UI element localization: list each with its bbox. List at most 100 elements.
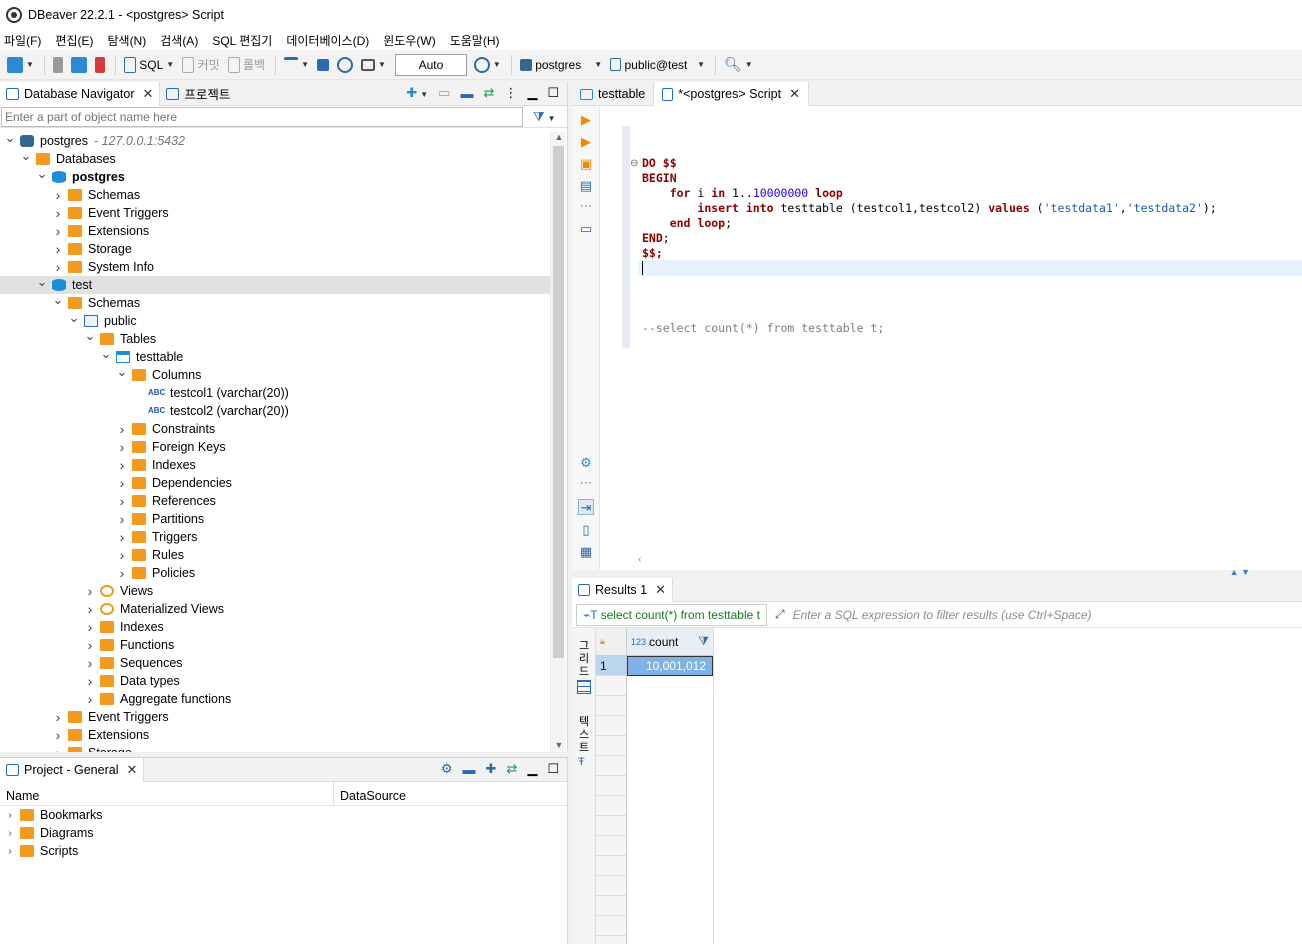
name-column-header[interactable]: Name xyxy=(0,782,334,805)
tree-node[interactable]: › Policies xyxy=(0,564,550,582)
chevron-right-icon[interactable]: › xyxy=(116,421,128,437)
chevron-right-icon[interactable]: › xyxy=(116,565,128,581)
filter-icon[interactable]: ⧩ ▼ xyxy=(533,109,556,125)
tree-node[interactable]: › Extensions xyxy=(0,726,550,744)
query-text-label[interactable]: ⌁T select count(*) from testtable t xyxy=(576,603,767,626)
tree-node[interactable]: › Storage xyxy=(0,744,550,752)
tab-database-navigator[interactable]: Database Navigator ✕ xyxy=(0,81,161,106)
tree-node[interactable]: ⌄ testtable xyxy=(0,346,550,366)
chevron-right-icon[interactable]: › xyxy=(84,583,96,599)
tree-node[interactable]: › Views xyxy=(0,582,550,600)
chevron-right-icon[interactable]: › xyxy=(116,529,128,545)
rollback-button[interactable]: 롤백 xyxy=(225,54,268,76)
tree-node[interactable]: › Foreign Keys xyxy=(0,438,550,456)
new-connection-button[interactable]: ▼ xyxy=(4,54,37,76)
chevron-right-icon[interactable]: › xyxy=(52,205,64,221)
tab-results-1[interactable]: Results 1 ✕ xyxy=(572,578,674,602)
tree-node[interactable]: ABC testcol2 (varchar(20)) xyxy=(0,402,550,420)
explain-plan-icon[interactable]: ▤ xyxy=(578,178,594,194)
minimize-icon[interactable]: ▁ xyxy=(527,85,537,101)
menu-edit[interactable]: 편집(E) xyxy=(55,32,93,49)
chevron-down-icon[interactable]: ⌄ xyxy=(100,346,112,362)
datasource-column-header[interactable]: DataSource xyxy=(334,782,412,805)
chevron-right-icon[interactable]: › xyxy=(52,187,64,203)
chevron-right-icon[interactable]: › xyxy=(84,673,96,689)
text-icon[interactable]: Ŧ xyxy=(578,756,585,768)
execute-statement-icon[interactable]: ▶ xyxy=(578,112,594,128)
chevron-right-icon[interactable]: › xyxy=(84,601,96,617)
chevron-right-icon[interactable]: › xyxy=(52,241,64,257)
more-icon[interactable]: ⋯ xyxy=(578,475,594,491)
link-icon[interactable]: ⇄ xyxy=(506,761,517,777)
chevron-right-icon[interactable]: › xyxy=(116,511,128,527)
chevron-down-icon[interactable]: ⌄ xyxy=(36,166,48,182)
scroll-down-icon[interactable]: ▼ xyxy=(551,740,567,750)
chevron-right-icon[interactable]: › xyxy=(116,547,128,563)
chevron-down-icon[interactable]: ⌄ xyxy=(36,274,48,290)
lock-button[interactable] xyxy=(314,54,332,76)
menu-database[interactable]: 데이터베이스(D) xyxy=(286,32,369,49)
tree-node[interactable]: ⌄ Schemas xyxy=(0,292,550,312)
text-view-toggle[interactable]: 텍스트 xyxy=(577,716,591,755)
menu-file[interactable]: 파일(F) xyxy=(4,32,41,49)
collapse-all-icon[interactable]: ▬ xyxy=(460,86,473,101)
link-editor-icon[interactable]: ⇄ xyxy=(483,85,494,101)
expand-icon[interactable]: ✚ xyxy=(486,761,497,777)
dashboard-button[interactable] xyxy=(334,54,356,76)
tree-node[interactable]: › Indexes xyxy=(0,456,550,474)
tree-node[interactable]: ⌄ postgres - 127.0.0.1:5432 xyxy=(0,132,550,150)
expand-filter-icon[interactable]: ⤢ xyxy=(775,607,785,622)
collapse-icon[interactable]: ▬ xyxy=(463,762,476,777)
schema-selector[interactable]: public@test ▼ xyxy=(607,54,708,76)
new-folder-icon[interactable]: ▭ xyxy=(438,85,450,101)
tree-node[interactable]: ⌄ test xyxy=(0,274,550,294)
search-button[interactable]: 🔍︎ ▼ xyxy=(721,54,756,76)
tab-project-general[interactable]: Project - General ✕ xyxy=(0,757,145,782)
output-icon[interactable]: ▯ xyxy=(578,522,594,538)
tab-postgres-script[interactable]: *<postgres> Script ✕ xyxy=(653,82,810,106)
tree-node[interactable]: ⌄ Columns xyxy=(0,364,550,384)
tree-node[interactable]: ⌄ public xyxy=(0,310,550,330)
tree-node[interactable]: › Indexes xyxy=(0,618,550,636)
chevron-right-icon[interactable]: › xyxy=(52,709,64,725)
datasource-selector[interactable]: postgres ▼ xyxy=(517,54,605,76)
chevron-down-icon[interactable]: ⌄ xyxy=(84,328,96,344)
row-number[interactable]: 1 xyxy=(596,656,626,676)
editor-hscroll-left-icon[interactable]: ‹ xyxy=(638,554,1302,568)
terminal-icon[interactable]: ▭ xyxy=(578,221,594,237)
close-icon[interactable]: ✕ xyxy=(126,762,137,778)
tab-projects[interactable]: 프로젝트 xyxy=(160,82,236,106)
tree-node[interactable]: › Materialized Views xyxy=(0,600,550,618)
tab-testtable[interactable]: testtable xyxy=(572,82,653,106)
maximize-icon[interactable]: ☐ xyxy=(547,761,559,777)
tree-node[interactable]: › Constraints xyxy=(0,420,550,438)
editor-results-splitter[interactable]: ▲ ▼ xyxy=(572,567,1302,578)
more-icon[interactable]: ⋯ xyxy=(578,198,594,214)
tree-node[interactable]: › Extensions xyxy=(0,222,550,240)
execute-new-tab-icon[interactable]: ▶ xyxy=(578,134,594,150)
tree-node[interactable]: › System Info xyxy=(0,258,550,276)
menu-window[interactable]: 윈도우(W) xyxy=(383,32,435,49)
gear-icon[interactable]: ⚙ xyxy=(441,761,453,777)
chevron-right-icon[interactable]: › xyxy=(116,439,128,455)
reconnect-button[interactable] xyxy=(68,54,90,76)
chevron-right-icon[interactable]: › xyxy=(84,691,96,707)
tree-node[interactable]: ⌄ Databases xyxy=(0,148,550,168)
maximize-restore-icon[interactable]: ▲ ▼ xyxy=(1230,567,1250,577)
scrollbar-thumb[interactable] xyxy=(553,146,564,658)
history-button[interactable]: ▼ xyxy=(471,54,504,76)
tree-node[interactable]: › Dependencies xyxy=(0,474,550,492)
chevron-down-icon[interactable]: ⌄ xyxy=(4,132,16,146)
navigator-scrollbar[interactable]: ▲ ▼ xyxy=(550,132,566,752)
chevron-right-icon[interactable]: › xyxy=(84,619,96,635)
tree-node[interactable]: › Event Triggers xyxy=(0,204,550,222)
tree-node[interactable]: › Partitions xyxy=(0,510,550,528)
code-area[interactable]: DO $$ BEGIN for i in 1..10000000 loop in… xyxy=(642,156,1217,336)
tree-node[interactable]: › Triggers xyxy=(0,528,550,546)
tree-node[interactable]: ⌄ postgres xyxy=(0,166,550,186)
tree-node[interactable]: › Event Triggers xyxy=(0,708,550,726)
grid-icon[interactable] xyxy=(577,680,591,694)
transaction-mode-button[interactable]: ▼ xyxy=(281,54,312,76)
tree-node[interactable]: › Aggregate functions xyxy=(0,690,550,708)
menu-search[interactable]: 검색(A) xyxy=(160,32,198,49)
